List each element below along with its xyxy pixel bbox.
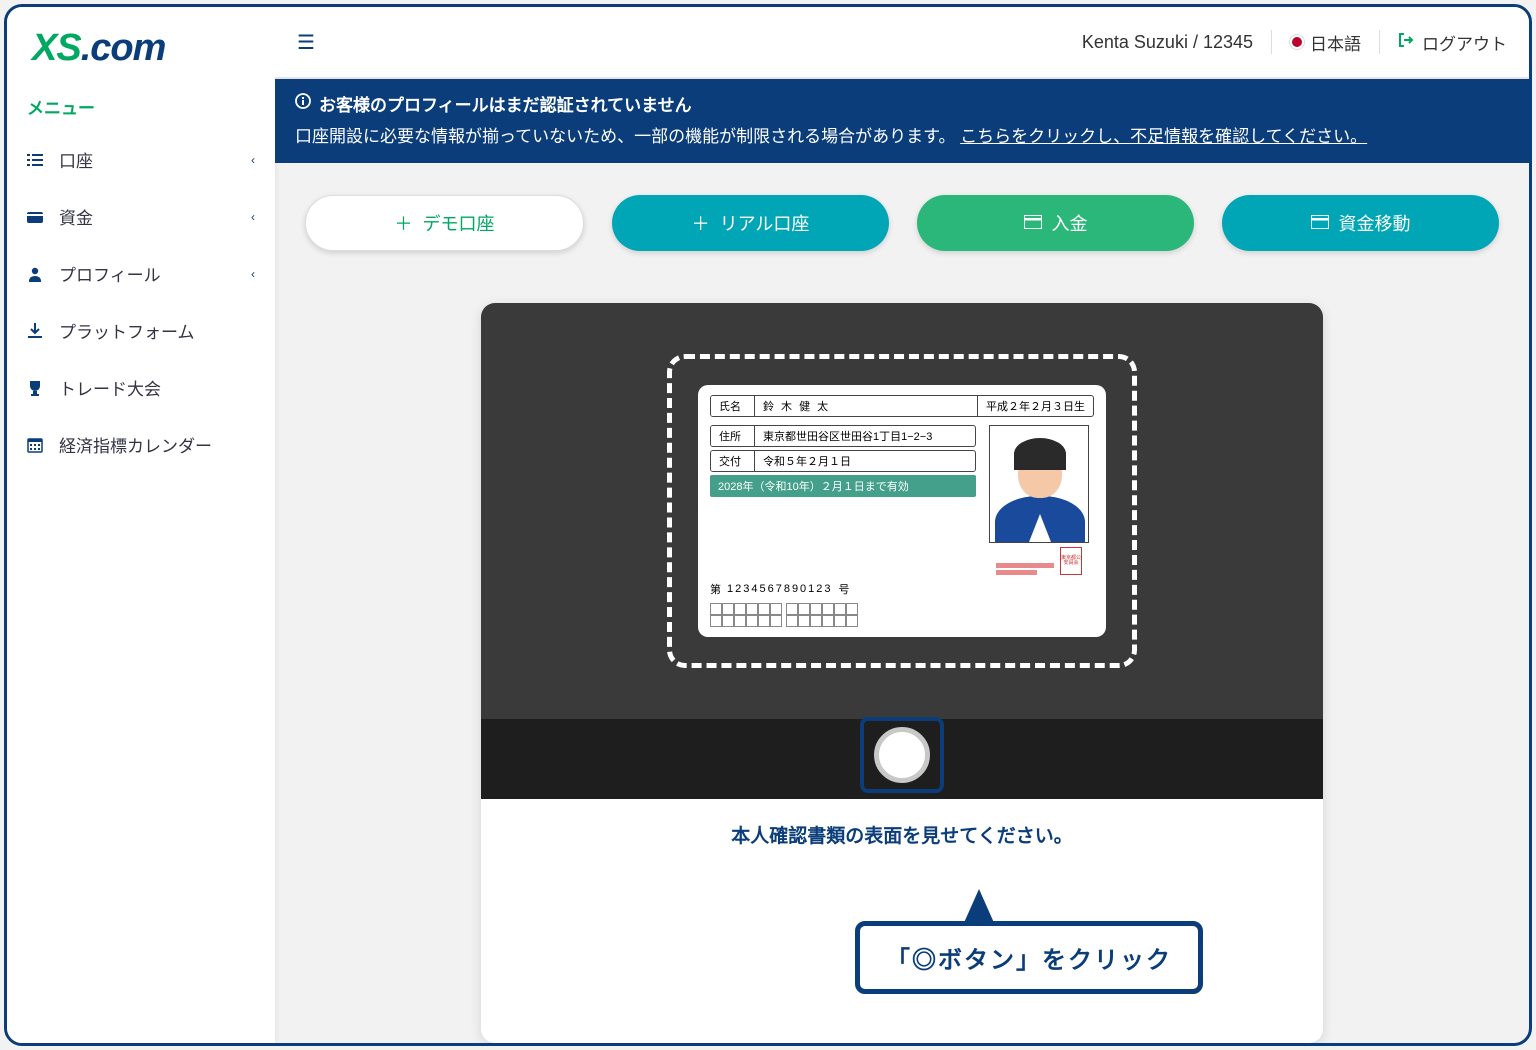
capture-bar [481,719,1323,799]
topbar: ☰ Kenta Suzuki / 12345 日本語 ログアウト [275,7,1529,79]
id-issue-label: 交付 [711,451,755,471]
id-name-label: 氏名 [711,396,755,416]
alert-title-text: お客様のプロフィールはまだ認証されていません [319,91,692,116]
chevron-left-icon: ‹ [251,267,255,281]
sidebar-item-label: 資金 [59,204,251,229]
chevron-left-icon: ‹ [251,210,255,224]
sidebar-menu-title: メニュー [7,88,275,131]
sidebar-item-calendar[interactable]: 経済指標カレンダー [7,416,275,473]
divider [1271,30,1272,54]
calendar-icon [27,437,49,453]
main-area: ☰ Kenta Suzuki / 12345 日本語 ログアウト お客様のプロフ… [275,7,1529,1043]
logo-part-com: .com [81,27,166,69]
id-card-sample: 氏名 鈴 木 健 太 平成２年２月３日生 住所 東京都世田谷区世田谷1丁目1−2… [698,385,1106,637]
sidebar-item-label: 口座 [59,147,251,172]
sidebar-menu: 口座 ‹ 資金 ‹ プロフィール ‹ プラットフォーム トレード大会 [7,131,275,473]
sidebar-item-label: プラットフォーム [59,318,255,343]
sidebar-item-profile[interactable]: プロフィール ‹ [7,245,275,302]
capture-button-highlight [860,717,944,793]
wallet-icon [27,209,49,225]
camera-viewport: 氏名 鈴 木 健 太 平成２年２月３日生 住所 東京都世田谷区世田谷1丁目1−2… [481,303,1323,719]
id-valid-until: 2028年（令和10年）２月１日まで有効 [710,475,976,497]
sidebar-item-competition[interactable]: トレード大会 [7,359,275,416]
sidebar: XS.com メニュー 口座 ‹ 資金 ‹ プロフィール ‹ プラットフォーム [7,7,275,1043]
download-icon [27,323,49,339]
capture-button[interactable] [874,727,930,783]
sidebar-item-platform[interactable]: プラットフォーム [7,302,275,359]
id-seal: 東京都公安員会 [1060,547,1082,575]
sidebar-item-label: 経済指標カレンダー [59,432,255,457]
deposit-button[interactable]: 入金 [917,195,1194,251]
button-label: 資金移動 [1339,210,1411,236]
language-selector[interactable]: 日本語 [1290,30,1361,55]
plus-icon: ＋ [692,210,710,236]
card-icon [1024,213,1042,234]
list-icon [27,152,49,168]
plus-icon: ＋ [395,210,413,236]
id-name-value: 鈴 木 健 太 [755,396,977,416]
id-barcode [996,563,1054,575]
callout-tooltip: 「◎ボタン」をクリック [855,921,1203,994]
alert-banner: お客様のプロフィールはまだ認証されていません 口座開設に必要な情報が揃っていない… [275,79,1529,163]
action-row: ＋ デモ口座 ＋ リアル口座 入金 資金移動 [275,163,1529,283]
callout-arrow [963,889,995,925]
logout-label: ログアウト [1422,30,1507,55]
id-addr-label: 住所 [711,426,755,446]
button-label: デモ口座 [423,210,495,236]
demo-account-button[interactable]: ＋ デモ口座 [305,195,584,251]
button-label: 入金 [1052,210,1088,236]
sidebar-item-label: トレード大会 [59,375,255,400]
trophy-icon [27,380,49,396]
logout-button[interactable]: ログアウト [1398,30,1507,55]
real-account-button[interactable]: ＋ リアル口座 [612,195,889,251]
id-number-row: 第 1234567890123 号 [710,581,976,597]
divider [1379,30,1380,54]
sidebar-item-label: プロフィール [59,261,251,286]
info-icon [295,93,311,114]
sidebar-item-funds[interactable]: 資金 ‹ [7,188,275,245]
logo: XS.com [7,7,275,88]
card-icon [1311,213,1329,234]
capture-frame: 氏名 鈴 木 健 太 平成２年２月３日生 住所 東京都世田谷区世田谷1丁目1−2… [667,354,1137,668]
id-issue-value: 令和５年２月１日 [755,451,975,471]
chevron-left-icon: ‹ [251,153,255,167]
id-dob: 平成２年２月３日生 [977,396,1093,416]
flag-jp-icon [1290,35,1304,49]
user-name: Kenta Suzuki / 12345 [1082,32,1253,53]
id-num-suffix: 号 [839,581,850,597]
button-label: リアル口座 [720,210,810,236]
logo-part-xs: XS [32,27,81,69]
logout-icon [1398,32,1414,53]
transfer-button[interactable]: 資金移動 [1222,195,1499,251]
instruction-text: 本人確認書類の表面を見せてください。 [481,799,1323,898]
hamburger-icon[interactable]: ☰ [297,30,315,55]
id-grid-boxes [710,603,976,627]
alert-body-text: 口座開設に必要な情報が揃っていないため、一部の機能が制限される場合があります。 [295,127,960,146]
alert-link[interactable]: こちらをクリックし、不足情報を確認してください。 [960,127,1367,146]
id-photo [989,425,1089,543]
user-icon [27,266,49,282]
sidebar-item-accounts[interactable]: 口座 ‹ [7,131,275,188]
id-num-value: 1234567890123 [727,583,833,595]
language-label: 日本語 [1310,30,1361,55]
id-num-prefix: 第 [710,581,721,597]
id-addr-value: 東京都世田谷区世田谷1丁目1−2−3 [755,426,975,446]
